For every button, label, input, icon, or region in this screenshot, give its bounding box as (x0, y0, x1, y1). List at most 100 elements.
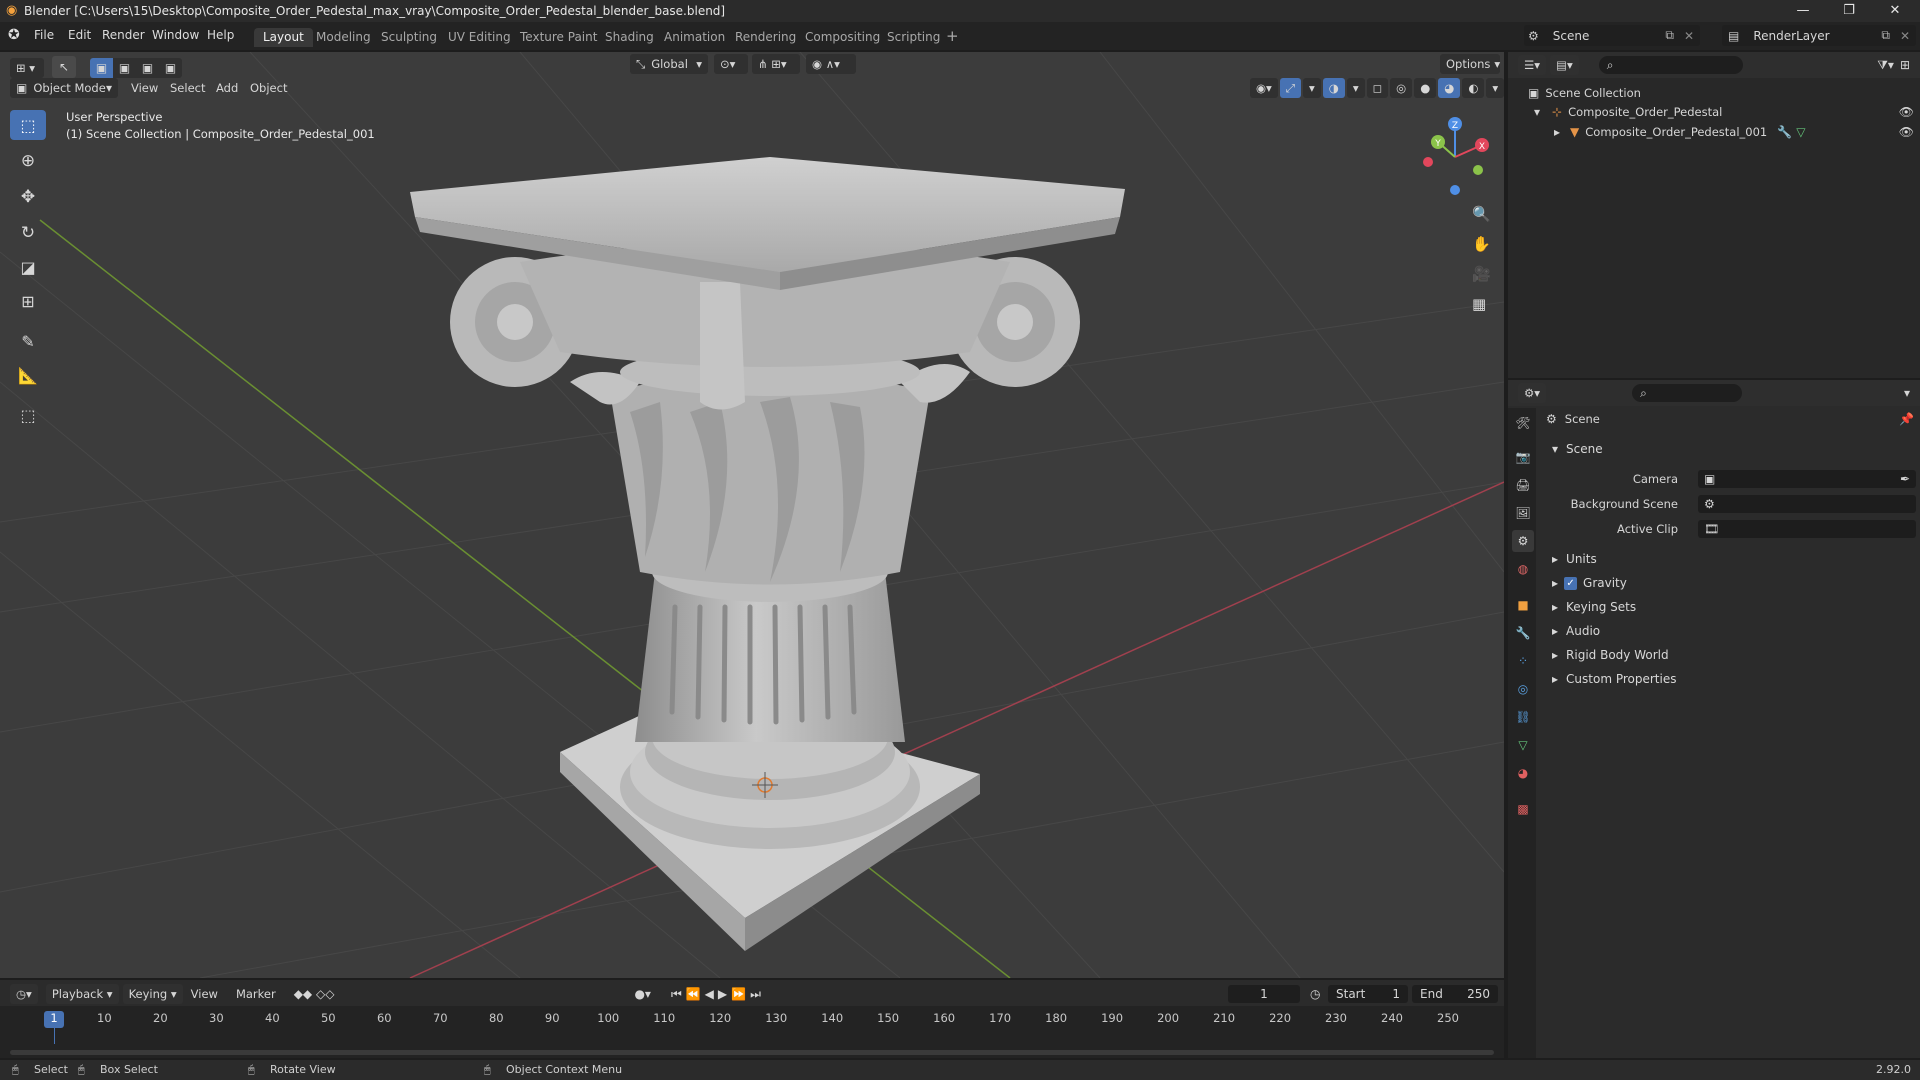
overlays-toggle-icon[interactable]: ◑ (1322, 78, 1345, 98)
active-clip-field[interactable]: 🎞 (1698, 520, 1916, 538)
keyframe-insert-icon[interactable]: ◆◆ ◇◇ (294, 987, 335, 1001)
data-tab-icon[interactable]: ▽ (1512, 734, 1534, 756)
viewport-menu-add[interactable]: Add (216, 81, 238, 95)
menu-edit[interactable]: Edit (68, 28, 91, 42)
viewport-menu-view[interactable]: View (131, 81, 158, 95)
mode-dropdown[interactable]: ▣ Object Mode ▾ (10, 78, 118, 98)
pan-hand-icon[interactable]: ✋ (1472, 235, 1491, 253)
select-tool-toggle[interactable]: ↖ (52, 56, 76, 78)
object-tab-icon[interactable]: ■ (1512, 594, 1534, 616)
wireframe-shading-icon[interactable]: ◎ (1390, 78, 1413, 98)
measure-tool[interactable]: 📐 (10, 360, 46, 390)
outliner-search-input[interactable]: ⌕ (1598, 56, 1743, 74)
proportional-edit-dropdown[interactable]: ◉ ∧▾ (806, 54, 856, 74)
display-mode-icon[interactable]: ▤▾ (1550, 55, 1579, 75)
eyedropper-icon[interactable]: ✒ (1900, 472, 1910, 486)
scene-selector[interactable]: ⚙ Scene ⧉ ✕ (1524, 25, 1700, 46)
material-preview-icon[interactable]: ◕ (1438, 78, 1461, 98)
start-frame-field[interactable]: Start 1 (1328, 985, 1408, 1003)
new-collection-icon[interactable]: ⊞ (1900, 58, 1910, 72)
chevron-down-icon[interactable]: ▾ (1904, 386, 1910, 400)
output-tab-icon[interactable]: 🖨 (1512, 474, 1534, 496)
transform-tool[interactable]: ⊞ (10, 286, 46, 316)
navigation-gizmo[interactable]: Z X Y (1410, 112, 1500, 202)
timeline-editor-type-icon[interactable]: ◷▾ (10, 984, 38, 1004)
tab-layout[interactable]: Layout (254, 28, 313, 47)
pedestal-model[interactable] (410, 157, 1125, 951)
visibility-eye-icon[interactable]: 👁 (1899, 125, 1914, 139)
timeline-scrollbar[interactable] (10, 1050, 1494, 1055)
close-button[interactable]: ✕ (1872, 0, 1918, 22)
world-tab-icon[interactable]: ◍ (1512, 558, 1534, 580)
auto-keying-icon[interactable]: ●▾ (634, 987, 651, 1001)
background-scene-field[interactable]: ⚙ (1698, 495, 1916, 513)
constraints-tab-icon[interactable]: ⛓ (1512, 706, 1534, 728)
select-box-tool[interactable]: ⬚ (10, 110, 46, 140)
tab-shading[interactable]: Shading (596, 28, 663, 47)
3d-viewport[interactable]: ⊞ ▾ ↖ ▣ ▣ ▣ ▣ ⤡ Global ▾ ⊙▾ ⋔ ⊞▾ ◉ ∧▾ Op… (0, 52, 1504, 978)
new-scene-icon[interactable]: ⧉ (1665, 28, 1674, 43)
outliner-item-mesh[interactable]: ▸ ▼ Composite_Order_Pedestal_001 🔧 ▽ 👁 (1554, 125, 1914, 139)
camera-view-icon[interactable]: 🎥 (1472, 265, 1491, 283)
select-extend-icon[interactable]: ▣ (113, 61, 136, 75)
tab-uv-editing[interactable]: UV Editing (439, 28, 520, 47)
particles-tab-icon[interactable]: ⁘ (1512, 650, 1534, 672)
menu-file[interactable]: File (34, 28, 54, 42)
new-renderlayer-icon[interactable]: ⧉ (1881, 28, 1890, 43)
minimize-button[interactable]: — (1780, 0, 1826, 22)
editor-type-button[interactable]: ⊞ ▾ (10, 58, 44, 78)
menu-window[interactable]: Window (152, 28, 199, 42)
expand-arrow-icon[interactable]: ▸ (1554, 125, 1560, 139)
tab-modeling[interactable]: Modeling (307, 28, 380, 47)
delete-renderlayer-icon[interactable]: ✕ (1900, 29, 1910, 43)
tab-sculpting[interactable]: Sculpting (372, 28, 446, 47)
viewport-menu-select[interactable]: Select (170, 81, 205, 95)
add-workspace-icon[interactable]: + (946, 27, 959, 45)
modifier-wrench-icon[interactable]: 🔧 (1777, 125, 1792, 139)
pin-icon[interactable]: 📌 (1899, 412, 1914, 426)
section-units[interactable]: ▸ Units (1552, 552, 1597, 566)
rendered-shading-icon[interactable]: ◐ (1462, 78, 1485, 98)
maximize-button[interactable]: ❐ (1826, 0, 1872, 22)
mesh-data-icon[interactable]: ▽ (1796, 125, 1805, 139)
scale-tool[interactable]: ◪ (10, 252, 46, 282)
view-layer-tab-icon[interactable]: 🖼 (1512, 502, 1534, 524)
current-frame-field[interactable]: 1 (1228, 985, 1300, 1003)
transform-orientation-dropdown[interactable]: ⤡ Global ▾ (630, 54, 708, 74)
tab-rendering[interactable]: Rendering (726, 28, 805, 47)
zoom-icon[interactable]: 🔍 (1472, 205, 1491, 223)
physics-tab-icon[interactable]: ◎ (1512, 678, 1534, 700)
tab-animation[interactable]: Animation (655, 28, 734, 47)
properties-editor-type-icon[interactable]: ⚙▾ (1518, 383, 1547, 403)
texture-tab-icon[interactable]: ▩ (1512, 798, 1534, 820)
camera-field[interactable]: ▣ ✒ (1698, 470, 1916, 488)
tab-scripting[interactable]: Scripting (878, 28, 949, 47)
material-tab-icon[interactable]: ◕ (1512, 762, 1534, 784)
renderlayer-selector[interactable]: ▤ RenderLayer ⧉ ✕ (1722, 25, 1916, 46)
tab-compositing[interactable]: Compositing (796, 28, 889, 47)
menu-help[interactable]: Help (207, 28, 234, 42)
gizmo-dropdown-icon[interactable]: ▾ (1303, 78, 1321, 98)
options-dropdown[interactable]: Options ▾ (1440, 54, 1500, 74)
panel-header-scene[interactable]: ▾ Scene (1552, 442, 1603, 456)
select-new-icon[interactable]: ▣ (90, 58, 113, 78)
section-keying-sets[interactable]: ▸ Keying Sets (1552, 600, 1636, 614)
visibility-icon[interactable]: ◉▾ (1250, 78, 1278, 98)
visibility-eye-icon[interactable]: 👁 (1899, 105, 1914, 119)
gizmo-toggle-icon[interactable]: ⤢ (1279, 78, 1302, 98)
section-rigid-body-world[interactable]: ▸ Rigid Body World (1552, 648, 1669, 662)
select-subtract-icon[interactable]: ▣ (136, 61, 159, 75)
overlays-dropdown-icon[interactable]: ▾ (1346, 78, 1365, 98)
scene-tab-icon[interactable]: ⚙ (1512, 530, 1534, 552)
playback-menu[interactable]: Playback ▾ (45, 984, 119, 1004)
menu-render[interactable]: Render (102, 28, 145, 42)
section-audio[interactable]: ▸ Audio (1552, 624, 1600, 638)
annotate-tool[interactable]: ✎ (10, 326, 46, 356)
timeline-menu-view[interactable]: View (191, 987, 218, 1001)
section-custom-properties[interactable]: ▸ Custom Properties (1552, 672, 1676, 686)
render-tab-icon[interactable]: 📷 (1512, 446, 1534, 468)
gravity-checkbox[interactable]: ✓ (1564, 576, 1578, 590)
add-cube-tool[interactable]: ⬚ (10, 400, 46, 430)
timeline-menu-marker[interactable]: Marker (236, 987, 276, 1001)
shading-dropdown-icon[interactable]: ▾ (1486, 78, 1504, 98)
